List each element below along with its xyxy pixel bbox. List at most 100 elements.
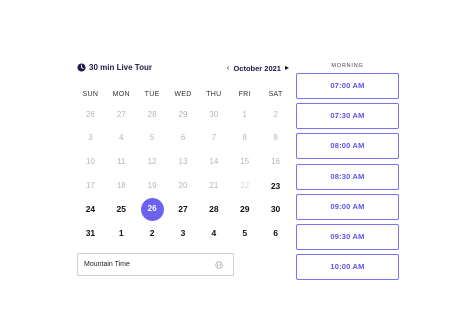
calendar-day[interactable]: 24 bbox=[75, 199, 106, 219]
calendar-day: 26 bbox=[75, 105, 106, 125]
calendar-day-number: 2 bbox=[149, 227, 155, 238]
calendar-day: 16 bbox=[260, 152, 291, 172]
calendar-day: 13 bbox=[168, 152, 199, 172]
calendar-day-number: 11 bbox=[117, 156, 126, 166]
calendar-day-number: 22 bbox=[240, 180, 250, 190]
calendar-day-number: 24 bbox=[85, 204, 96, 215]
calendar-day-number: 5 bbox=[242, 227, 248, 238]
time-slot-button[interactable]: 08:30 AM bbox=[296, 163, 399, 190]
calendar-day[interactable]: 29 bbox=[229, 199, 260, 219]
calendar-day-number: 23 bbox=[270, 180, 281, 191]
calendar-day-number: 10 bbox=[85, 156, 95, 166]
calendar-day[interactable]: 28 bbox=[198, 199, 229, 219]
calendar-day-number: 27 bbox=[178, 204, 188, 215]
calendar-day-number: 7 bbox=[211, 133, 217, 143]
calendar-day-number: 15 bbox=[240, 156, 250, 166]
calendar-day: 22 bbox=[229, 176, 260, 196]
calendar-day-number: 6 bbox=[180, 133, 186, 143]
calendar-day[interactable]: 4 bbox=[198, 223, 229, 243]
weekday-label: SAT bbox=[268, 90, 283, 98]
calendar-day-number: 20 bbox=[178, 180, 188, 190]
weekday-label: MON bbox=[112, 90, 130, 98]
calendar-day: 7 bbox=[198, 128, 229, 148]
month-navigation: ‹ October 2021 ▸ bbox=[227, 63, 289, 73]
weekday-label: TUE bbox=[144, 90, 160, 98]
calendar-day-selected[interactable]: 26 bbox=[137, 197, 168, 221]
time-slot-button[interactable]: 09:30 AM bbox=[296, 223, 399, 250]
calendar-day-number: 12 bbox=[147, 156, 157, 166]
calendar-day-number: 2 bbox=[273, 109, 278, 119]
calendar-day[interactable]: 30 bbox=[260, 199, 291, 219]
calendar-day-number: 9 bbox=[273, 133, 278, 143]
calendar-day-number: 29 bbox=[239, 204, 250, 215]
morning-section-label: MORNING bbox=[331, 63, 364, 69]
event-title: 30 min Live Tour bbox=[89, 63, 152, 72]
calendar-day: 4 bbox=[106, 128, 137, 148]
calendar-weeks: 26 27 28 29 30 1 2 3 4 5 6 7 8 9 10 11 12 13 14 15 16 17 18 19 2… bbox=[75, 103, 291, 245]
calendar-day: 27 bbox=[106, 105, 137, 125]
time-slot-button[interactable]: 07:00 AM bbox=[296, 73, 399, 99]
calendar-week-row: 31 1 2 3 4 5 6 bbox=[75, 221, 291, 245]
calendar-day-number: 14 bbox=[209, 156, 219, 166]
calendar-week-row: 26 27 28 29 30 1 2 bbox=[75, 103, 291, 127]
calendar-day-number: 18 bbox=[116, 180, 126, 190]
calendar-week-row: 17 18 19 20 21 22 23 bbox=[75, 174, 291, 198]
calendar-day-number: 1 bbox=[118, 227, 124, 238]
calendar-day-number: 17 bbox=[85, 180, 95, 190]
calendar-day[interactable]: 23 bbox=[260, 176, 291, 196]
calendar-day-number: 4 bbox=[211, 227, 217, 238]
calendar-day-number: 1 bbox=[242, 109, 247, 119]
weekday-label: THU bbox=[206, 90, 222, 98]
timezone-label: Mountain Time bbox=[84, 261, 130, 268]
chevron-left-icon[interactable]: ‹ bbox=[227, 63, 230, 73]
timezone-select[interactable]: Mountain Time bbox=[77, 253, 234, 276]
calendar-day-number: 6 bbox=[273, 227, 278, 238]
calendar-day: 2 bbox=[260, 105, 291, 125]
calendar-day[interactable]: 6 bbox=[260, 223, 291, 243]
calendar-day[interactable]: 31 bbox=[75, 223, 106, 243]
calendar-day-number: 13 bbox=[178, 156, 188, 166]
calendar-grid: SUN MON TUE WED THU FRI SAT 26 27 28 29 30 1 2 3 4 5 6 7 8… bbox=[75, 88, 291, 245]
calendar-day: 20 bbox=[168, 176, 199, 196]
calendar-day: 12 bbox=[137, 152, 168, 172]
calendar-day[interactable]: 1 bbox=[106, 223, 137, 243]
time-slot-button[interactable]: 08:00 AM bbox=[296, 133, 399, 160]
weekday-label: SUN bbox=[82, 90, 99, 98]
calendar-day[interactable]: 27 bbox=[168, 199, 199, 219]
calendar-day-number: 31 bbox=[85, 227, 96, 238]
calendar-header: 30 min Live Tour ‹ October 2021 ▸ bbox=[77, 63, 289, 77]
calendar-day-number: 28 bbox=[209, 204, 219, 215]
calendar-day-number: 26 bbox=[147, 204, 157, 214]
month-label: October 2021 bbox=[233, 63, 281, 73]
calendar-day-number: 16 bbox=[271, 156, 281, 166]
calendar-day[interactable]: 3 bbox=[168, 223, 199, 243]
calendar-day: 11 bbox=[106, 152, 137, 172]
calendar-day: 28 bbox=[137, 105, 168, 125]
time-slot-button[interactable]: 10:00 AM bbox=[296, 254, 399, 281]
weekday-label: FRI bbox=[238, 90, 251, 98]
calendar-day: 3 bbox=[75, 128, 106, 148]
calendar-day-number: 8 bbox=[242, 133, 247, 143]
calendar-day[interactable]: 25 bbox=[106, 199, 137, 219]
calendar-day-number: 29 bbox=[178, 109, 188, 119]
calendar-day-number: 19 bbox=[147, 180, 157, 190]
calendar-day-number: 27 bbox=[116, 109, 126, 119]
calendar-day: 9 bbox=[260, 128, 291, 148]
time-slot-list: 07:00 AM 07:30 AM 08:00 AM 08:30 AM 09:00 AM… bbox=[296, 73, 399, 284]
chevron-right-icon[interactable]: ▸ bbox=[285, 63, 289, 73]
calendar-day: 6 bbox=[168, 128, 199, 148]
calendar-day: 15 bbox=[229, 152, 260, 172]
calendar-day: 5 bbox=[137, 128, 168, 148]
time-slot-button[interactable]: 07:30 AM bbox=[296, 103, 399, 130]
time-slot-button[interactable]: 09:00 AM bbox=[296, 193, 399, 220]
calendar-day-number: 3 bbox=[88, 133, 93, 143]
calendar-day: 21 bbox=[198, 176, 229, 196]
calendar-day: 17 bbox=[75, 176, 106, 196]
calendar-day-number: 26 bbox=[85, 109, 95, 119]
calendar-day-number: 5 bbox=[149, 133, 155, 143]
calendar-day[interactable]: 2 bbox=[137, 223, 168, 243]
calendar-day[interactable]: 5 bbox=[229, 223, 260, 243]
calendar-day-number: 30 bbox=[270, 204, 281, 215]
weekday-label: WED bbox=[174, 90, 192, 98]
calendar-week-row: 10 11 12 13 14 15 16 bbox=[75, 150, 291, 174]
